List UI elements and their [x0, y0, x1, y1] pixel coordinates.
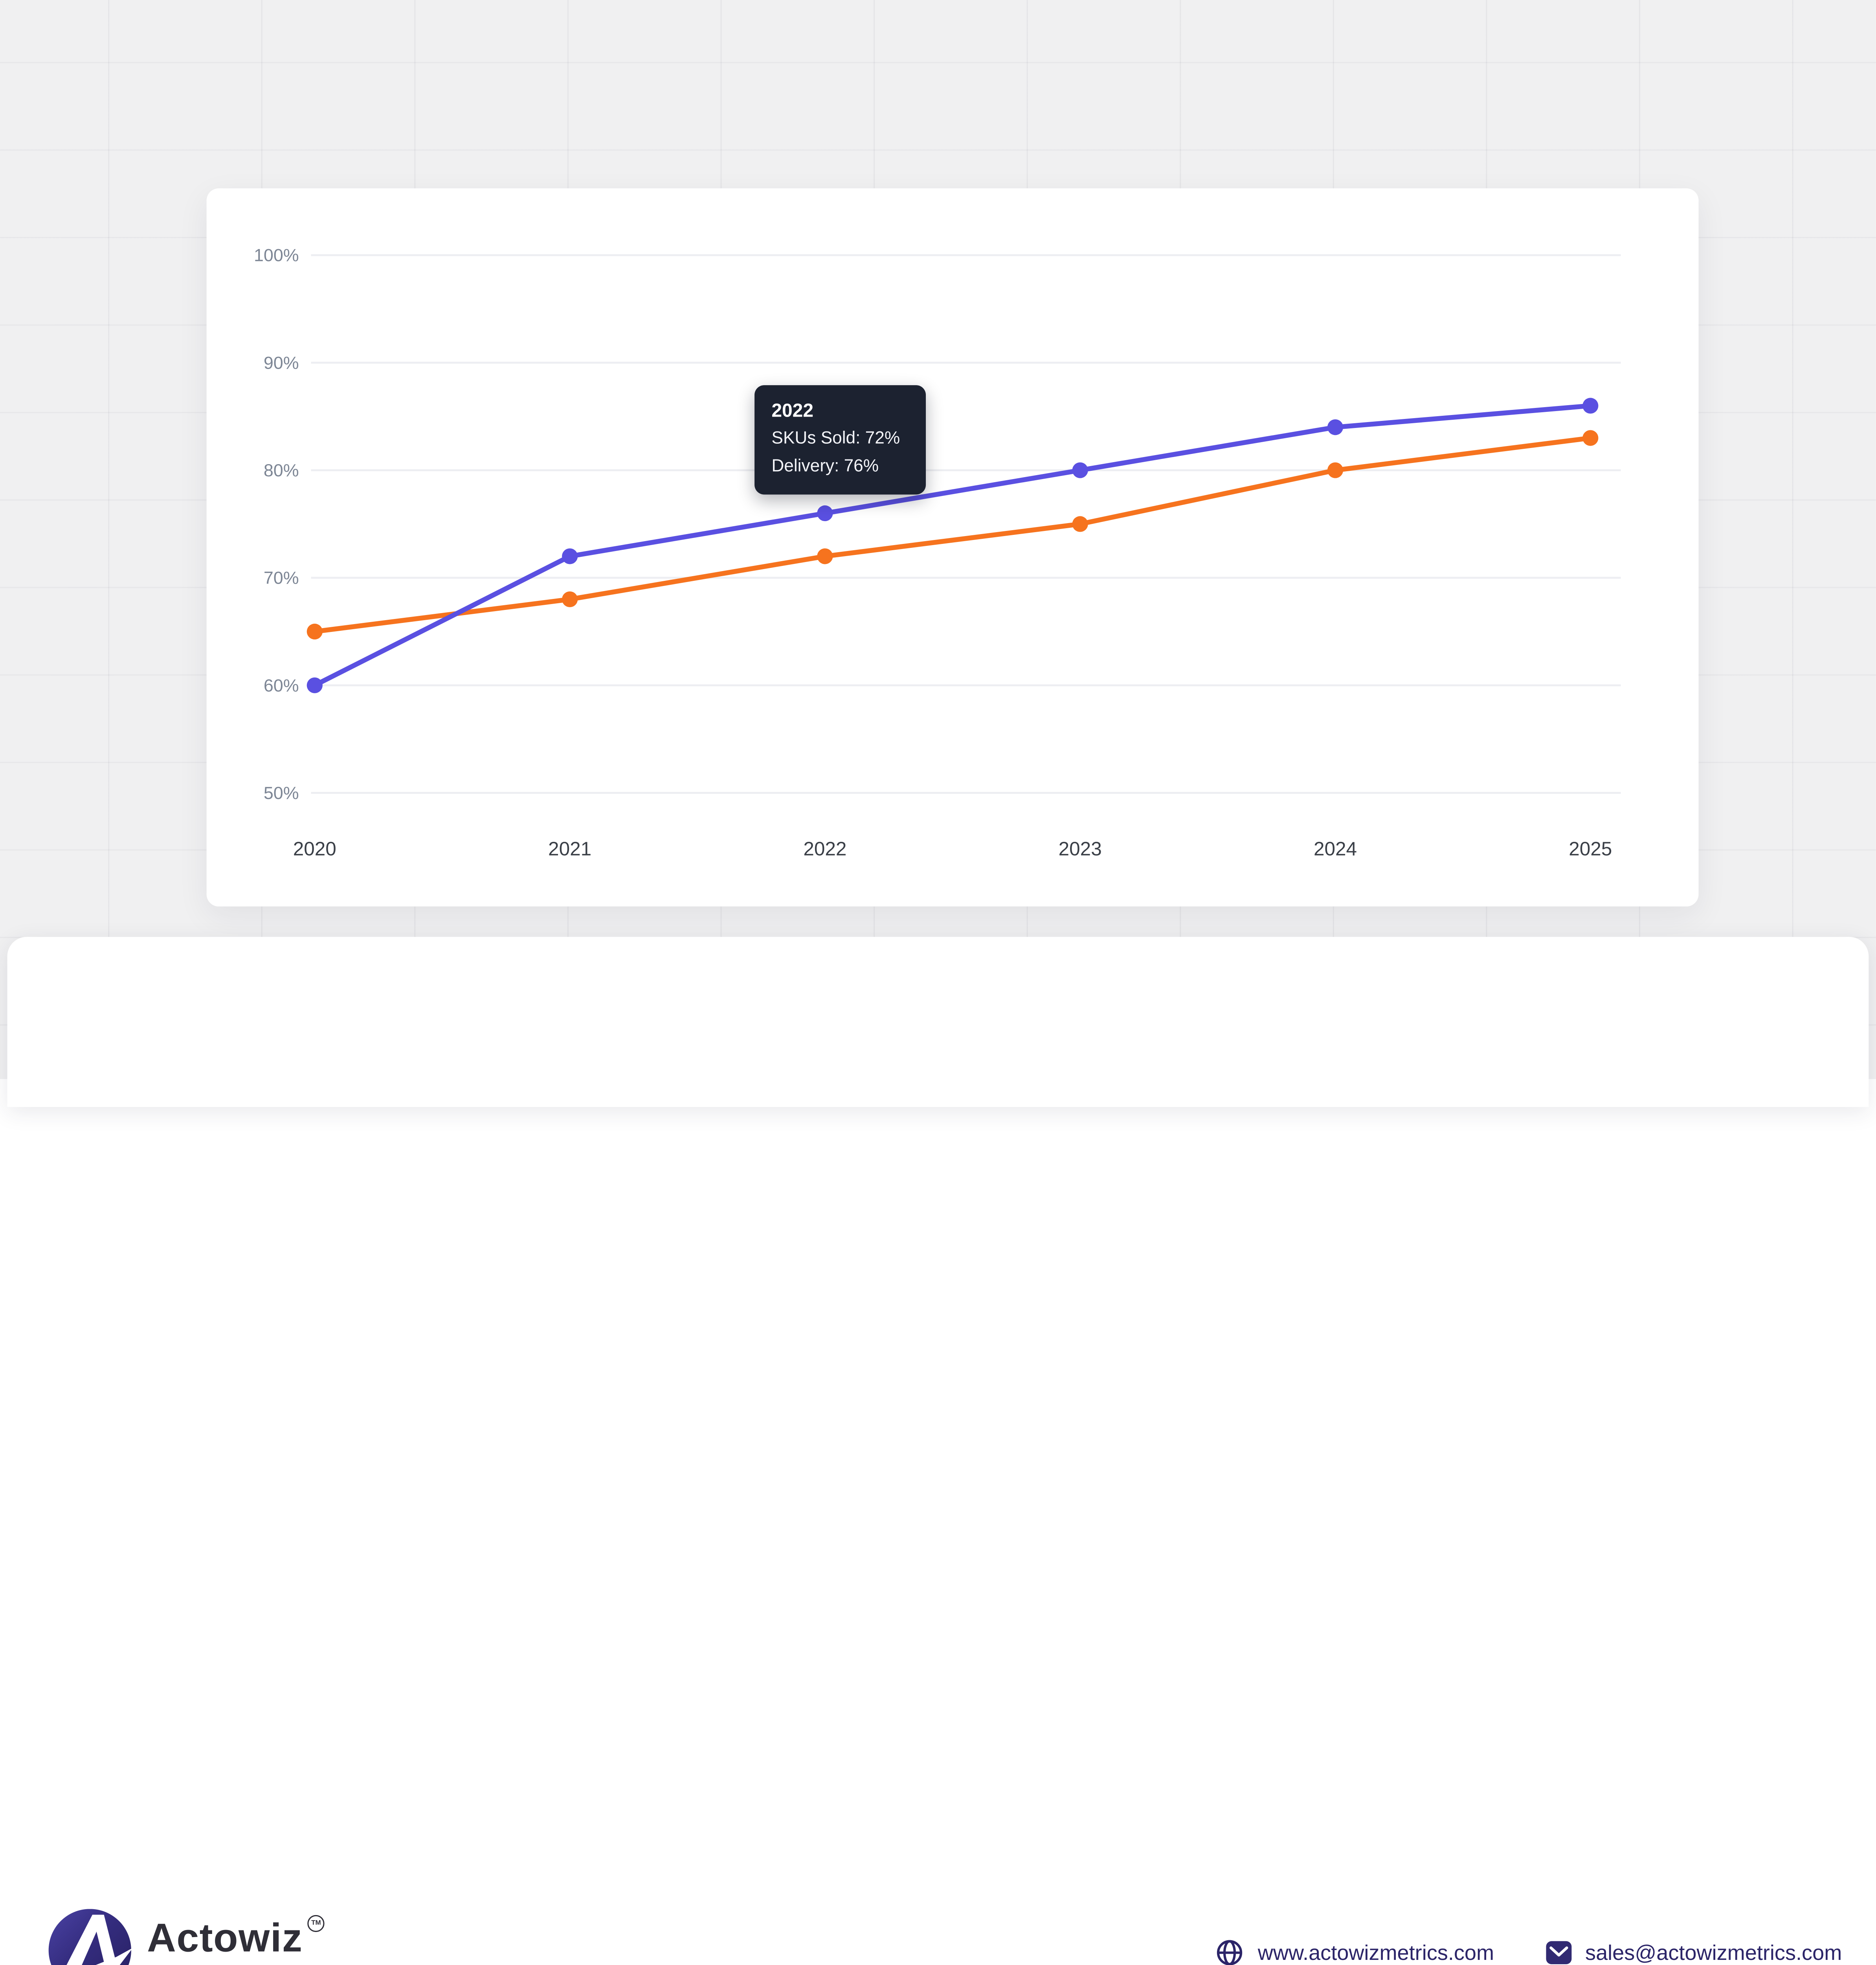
series-line-skus-sold[interactable]	[315, 438, 1590, 632]
footer-bar: Actowiz TM M E T R I C S www.actowizmetr…	[7, 937, 1869, 1107]
data-point-skus-sold-2022[interactable]	[817, 548, 833, 564]
tooltip-delivery: Delivery: 76%	[771, 453, 909, 480]
x-tick-label: 2022	[803, 838, 846, 860]
x-tick-label: 2021	[548, 838, 591, 860]
brand-name: Actowiz	[147, 1917, 303, 1958]
x-tick-label: 2023	[1059, 838, 1102, 860]
chart-tooltip: 2022 SKUs Sold: 72% Delivery: 76%	[754, 385, 926, 494]
data-point-skus-sold-2024[interactable]	[1327, 462, 1343, 478]
data-point-skus-sold-2021[interactable]	[562, 591, 578, 607]
data-point-delivery-2021[interactable]	[562, 548, 578, 564]
y-tick-label: 80%	[264, 460, 299, 480]
data-point-skus-sold-2025[interactable]	[1582, 430, 1598, 446]
tooltip-skus-sold: SKUs Sold: 72%	[771, 425, 909, 453]
website-text[interactable]: www.actowizmetrics.com	[1258, 1940, 1494, 1965]
data-point-delivery-2024[interactable]	[1327, 419, 1343, 435]
line-chart: 100% 90% 80% 70% 60% 50% 2020 2021 2022 2023 2024 2…	[207, 188, 1699, 906]
y-tick-label: 50%	[264, 783, 299, 803]
mail-icon	[1545, 1939, 1572, 1965]
data-point-skus-sold-2023[interactable]	[1072, 516, 1088, 532]
actowiz-logo-icon	[49, 1909, 131, 1965]
brand-subtitle: M E T R I C S	[147, 1964, 433, 1965]
data-point-delivery-2023[interactable]	[1072, 462, 1088, 478]
website-link[interactable]: www.actowizmetrics.com	[1215, 1938, 1494, 1965]
contact-info: www.actowizmetrics.com sales@actowizmetr…	[1215, 1938, 1842, 1965]
x-tick-label: 2020	[293, 838, 336, 860]
y-tick-label: 70%	[264, 568, 299, 588]
series-line-delivery[interactable]	[315, 406, 1590, 685]
y-tick-label: 100%	[254, 245, 299, 265]
globe-icon	[1215, 1938, 1245, 1965]
brand-text: Actowiz TM M E T R I C S	[147, 1917, 433, 1965]
data-point-delivery-2022[interactable]	[817, 505, 833, 521]
chart-card: 100% 90% 80% 70% 60% 50% 2020 2021 2022 2023 2024 2…	[207, 188, 1699, 906]
email-text[interactable]: sales@actowizmetrics.com	[1585, 1940, 1842, 1965]
logo-a-glyph	[49, 1909, 131, 1965]
brand-logo: Actowiz TM M E T R I C S	[49, 1909, 433, 1965]
x-tick-label: 2024	[1314, 838, 1357, 860]
email-link[interactable]: sales@actowizmetrics.com	[1545, 1939, 1842, 1965]
tooltip-year: 2022	[771, 399, 909, 425]
page-background: 100% 90% 80% 70% 60% 50% 2020 2021 2022 2023 2024 2…	[0, 0, 1876, 1079]
y-tick-label: 90%	[264, 353, 299, 373]
data-point-delivery-2020[interactable]	[307, 678, 323, 693]
data-point-skus-sold-2020[interactable]	[307, 624, 323, 639]
y-tick-label: 60%	[264, 675, 299, 695]
x-tick-label: 2025	[1569, 838, 1612, 860]
trademark-icon: TM	[308, 1914, 325, 1931]
data-point-delivery-2025[interactable]	[1582, 398, 1598, 413]
